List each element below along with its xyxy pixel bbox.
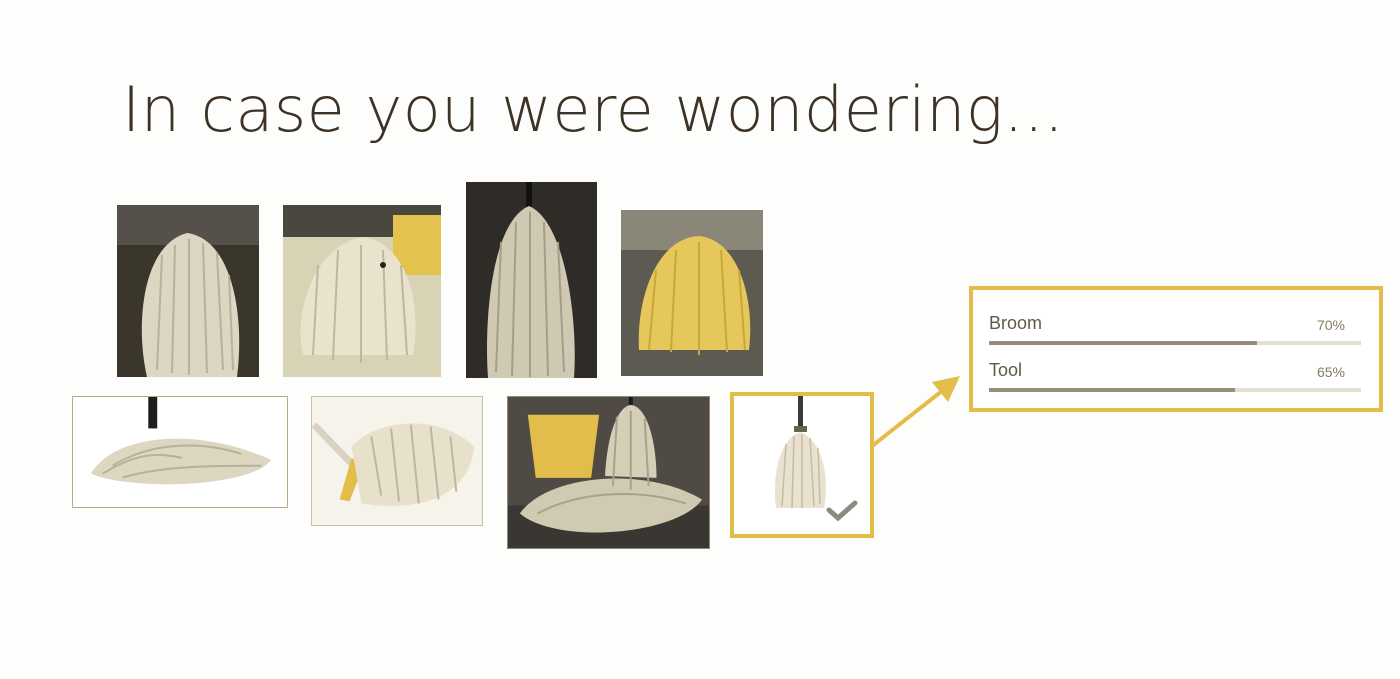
image-mop-black-handle bbox=[72, 396, 288, 508]
image-mop-on-pole bbox=[466, 182, 597, 378]
image-mop-yellow-bucket bbox=[507, 396, 710, 549]
image-flat-mop bbox=[311, 396, 483, 526]
classification-results-panel: Broom 70% Tool 65% bbox=[969, 286, 1383, 412]
confidence-bar-fill bbox=[989, 388, 1235, 392]
result-row-broom: Broom 70% bbox=[989, 313, 1361, 353]
result-row-tool: Tool 65% bbox=[989, 360, 1361, 400]
result-percent: 70% bbox=[1316, 317, 1345, 333]
confidence-bar-track bbox=[989, 341, 1361, 345]
result-label: Tool bbox=[989, 360, 1023, 380]
confidence-bar-fill bbox=[989, 341, 1257, 345]
page-title: In case you were wondering... bbox=[122, 73, 1065, 146]
image-komondor-1 bbox=[117, 205, 259, 377]
confidence-bar-track bbox=[989, 388, 1361, 392]
check-icon bbox=[826, 500, 858, 522]
image-komondor-yellow bbox=[621, 210, 763, 376]
result-label: Broom bbox=[989, 313, 1043, 333]
result-percent: 65% bbox=[1316, 364, 1345, 380]
image-komondor-2 bbox=[283, 205, 441, 377]
